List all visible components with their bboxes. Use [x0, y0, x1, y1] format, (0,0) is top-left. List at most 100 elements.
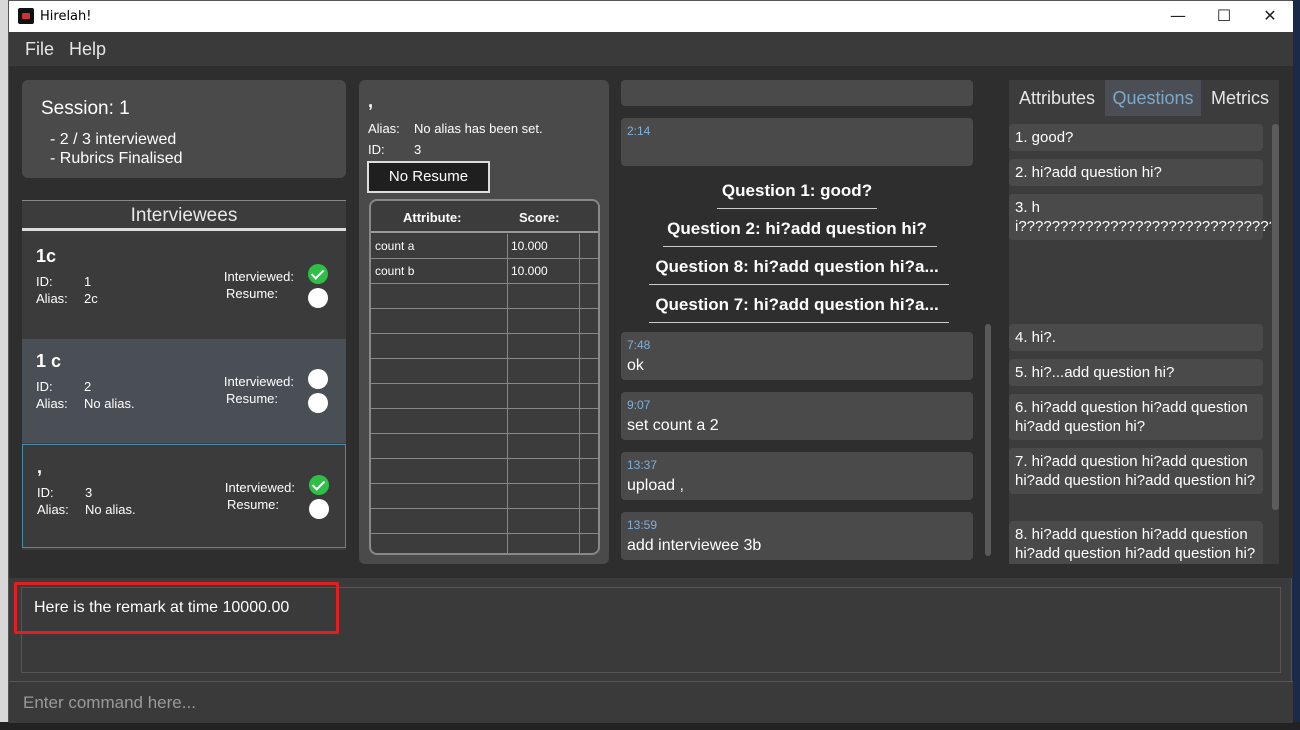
interviewee-card[interactable]: 1 c ID: 2 Alias: No alias. Interviewed: … — [22, 339, 346, 443]
resume-empty-icon — [308, 288, 328, 308]
table-row-empty — [371, 534, 598, 553]
table-row-empty — [371, 309, 598, 334]
remark-card[interactable]: 9:07 set count a 2 — [621, 392, 973, 440]
resume-empty-icon — [308, 393, 328, 413]
interviewee-alias: No alias. — [85, 502, 136, 517]
resume-empty-icon — [309, 499, 329, 519]
question-list-item[interactable]: 5. hi?...add question hi? — [1009, 359, 1263, 386]
title-bar: Hirelah! — ☐ ✕ — [9, 1, 1293, 32]
transcript-scrollbar[interactable] — [985, 324, 991, 556]
command-box — [9, 681, 1293, 723]
interviewee-name: 1c — [36, 246, 57, 266]
interviewee-list-panel: Interviewees 1c ID: 1 Alias: 2c Intervie… — [22, 200, 346, 550]
remark-card[interactable]: 13:59 add interviewee 3b — [621, 512, 973, 560]
tab-attributes[interactable]: Attributes — [1009, 80, 1105, 116]
desktop-background-right — [1292, 0, 1300, 730]
maximize-button[interactable]: ☐ — [1201, 1, 1247, 32]
question-list-item[interactable]: 4. hi?. — [1009, 324, 1263, 351]
question-list-scrollbar[interactable] — [1272, 124, 1279, 510]
remark-card[interactable]: 13:37 upload , — [621, 452, 973, 500]
taskbar-strip — [0, 722, 1300, 730]
session-rubrics-status: - Rubrics Finalised — [50, 150, 183, 167]
interviewed-label: Interviewed: — [224, 480, 295, 495]
question-underline — [663, 246, 937, 247]
question-list-item[interactable]: 8. hi?add question hi?add question hi?ad… — [1009, 521, 1263, 564]
table-row-empty — [371, 409, 598, 434]
interviewed-empty-icon — [308, 369, 328, 389]
question-list-item[interactable]: 7. hi?add question hi?add question hi?ad… — [1009, 448, 1263, 494]
resume-label: Resume: — [225, 286, 278, 301]
table-row-empty — [371, 359, 598, 384]
question-header[interactable]: Question 1: good? — [621, 181, 973, 201]
remark-text: upload , — [627, 477, 684, 494]
table-row-empty — [371, 284, 598, 309]
score-table-header: Attribute: Score: — [371, 201, 598, 233]
alias-label: Alias: — [36, 396, 68, 411]
score-column-header: Score: — [519, 210, 560, 225]
question-underline — [649, 322, 949, 323]
interviewed-label: Interviewed: — [223, 269, 294, 284]
menu-file[interactable]: File — [25, 39, 54, 60]
interviewee-detail-panel: , Alias: No alias has been set. ID: 3 No… — [359, 80, 609, 564]
remark-card-partial[interactable] — [621, 80, 973, 106]
interviewee-card[interactable]: 1c ID: 1 Alias: 2c Interviewed: Resume: — [22, 234, 346, 338]
attribute-cell: count a — [375, 239, 415, 253]
id-label: ID: — [37, 485, 54, 500]
question-list: 1. good? 2. hi?add question hi? 3. hi???… — [1009, 124, 1271, 564]
interviewed-check-icon — [308, 264, 328, 284]
table-row[interactable]: count b 10.000 — [371, 259, 598, 284]
question-list-item[interactable]: 3. hi???????????????????????????????????… — [1009, 194, 1271, 240]
remark-card[interactable]: 7:48 ok — [621, 332, 973, 380]
question-list-item[interactable]: 2. hi?add question hi? — [1009, 159, 1263, 186]
tab-questions[interactable]: Questions — [1105, 80, 1201, 116]
score-cell: 10.000 — [511, 264, 548, 278]
remark-time: 13:37 — [627, 458, 658, 472]
menu-bar: File Help — [9, 32, 1293, 66]
interviewee-alias: 2c — [84, 291, 98, 306]
table-row-empty — [371, 484, 598, 509]
alias-label: Alias: — [36, 291, 68, 306]
menu-help[interactable]: Help — [69, 39, 106, 60]
attribute-cell: count b — [375, 264, 415, 278]
desktop-background-left — [0, 0, 8, 730]
detail-id-label: ID: — [368, 142, 385, 157]
score-cell: 10.000 — [511, 239, 548, 253]
interviewee-id: 1 — [84, 274, 92, 289]
session-title: Session: 1 — [41, 98, 130, 119]
question-list-item[interactable]: 6. hi?add question hi?add question hi?ad… — [1009, 394, 1263, 440]
remark-time: 2:14 — [627, 124, 651, 138]
alias-label: Alias: — [37, 502, 69, 517]
question-underline — [649, 284, 949, 285]
right-panel: Attributes Questions Metrics 1. good? 2.… — [1009, 80, 1279, 564]
main-area: Session: 1 - 2 / 3 interviewed - Rubrics… — [9, 66, 1293, 578]
no-resume-button[interactable]: No Resume — [367, 161, 490, 193]
question-header[interactable]: Question 8: hi?add question hi?a... — [621, 257, 973, 277]
remark-time: 13:59 — [627, 518, 658, 532]
detail-id: 3 — [414, 142, 422, 157]
minimize-button[interactable]: — — [1155, 1, 1201, 32]
resume-label: Resume: — [225, 391, 278, 406]
session-interviewed-count: - 2 / 3 interviewed — [50, 131, 177, 148]
table-row[interactable]: count a 10.000 — [371, 234, 598, 259]
detail-alias: No alias has been set. — [414, 121, 543, 136]
resume-label: Resume: — [226, 497, 279, 512]
table-row-empty — [371, 334, 598, 359]
question-header[interactable]: Question 2: hi?add question hi? — [621, 219, 973, 239]
remark-text: set count a 2 — [627, 417, 719, 434]
close-button[interactable]: ✕ — [1247, 1, 1293, 32]
interviewee-list-header: Interviewees — [22, 201, 346, 231]
table-row-empty — [371, 459, 598, 484]
remark-text: add interviewee 3b — [627, 537, 762, 554]
id-label: ID: — [36, 379, 53, 394]
window-title: Hirelah! — [40, 9, 92, 24]
transcript-panel: 2:14 Question 1: good? Question 2: hi?ad… — [621, 80, 993, 564]
question-list-item[interactable]: 1. good? — [1009, 124, 1263, 151]
interviewee-card-selected[interactable]: , ID: 3 Alias: No alias. Interviewed: Re… — [22, 444, 346, 548]
command-input[interactable] — [23, 691, 1223, 715]
remark-card[interactable]: 2:14 — [621, 118, 973, 166]
question-header[interactable]: Question 7: hi?add question hi?a... — [621, 295, 973, 315]
detail-alias-label: Alias: — [368, 121, 400, 136]
interviewee-id: 3 — [85, 485, 93, 500]
tab-metrics[interactable]: Metrics — [1201, 80, 1279, 116]
session-card: Session: 1 - 2 / 3 interviewed - Rubrics… — [22, 80, 346, 178]
